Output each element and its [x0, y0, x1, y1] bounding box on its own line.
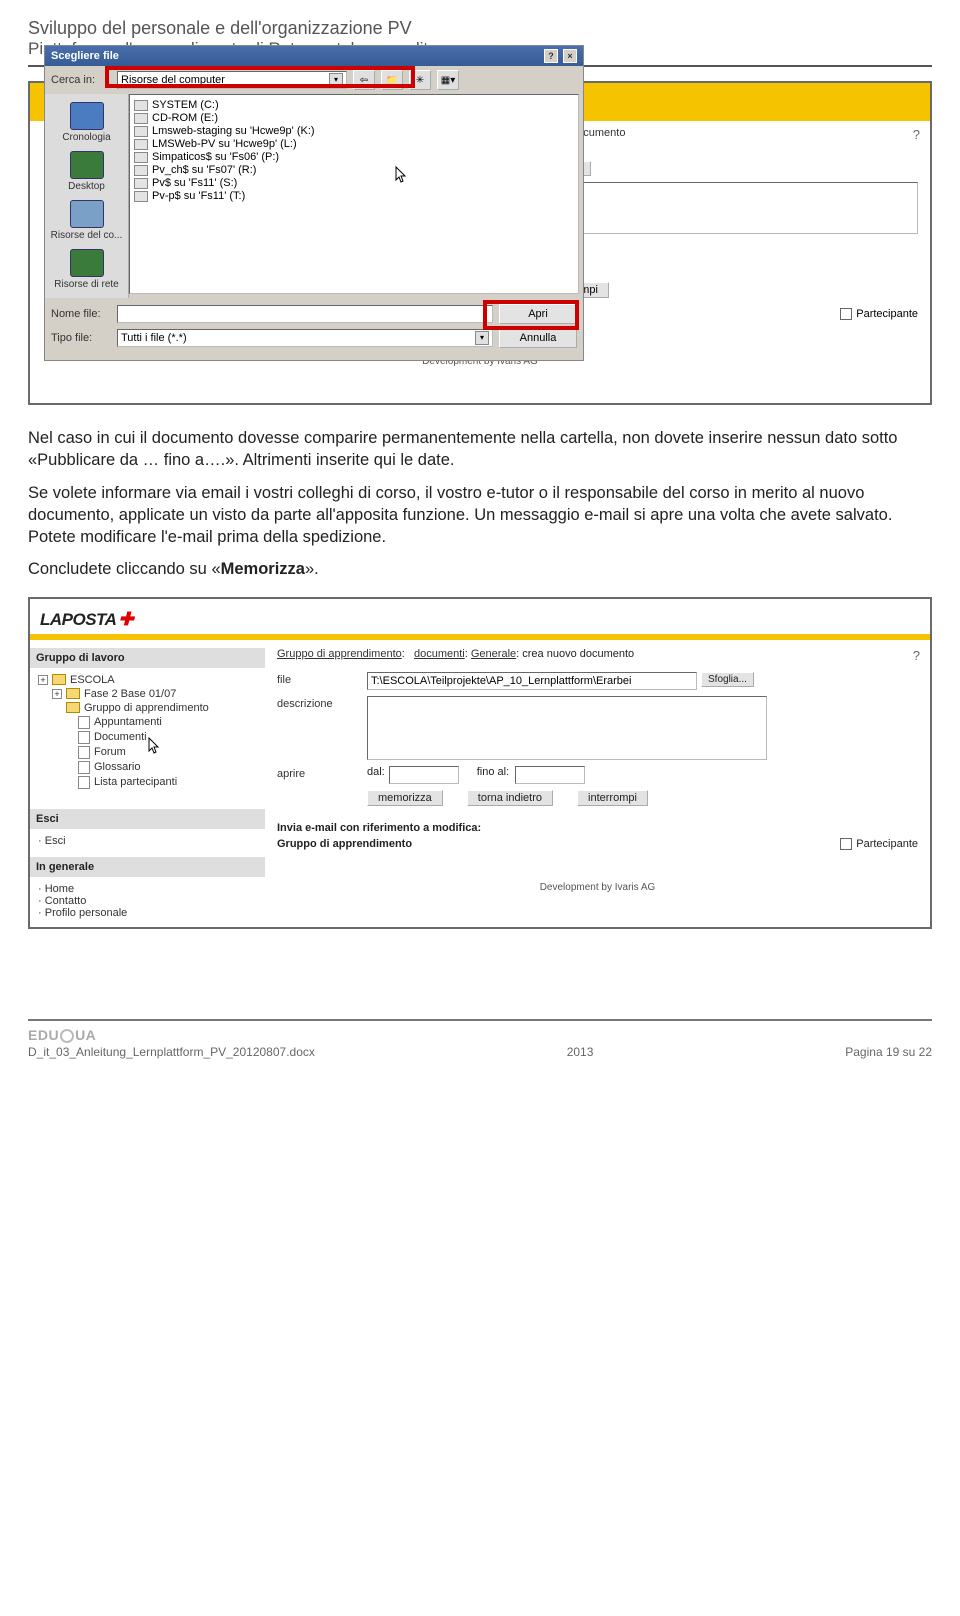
- drive-item[interactable]: Lmsweb-staging su 'Hcwe9p' (K:): [134, 125, 574, 137]
- from-date-input[interactable]: [389, 766, 459, 784]
- mouse-cursor-icon: [395, 166, 409, 184]
- tree-item[interactable]: Lista partecipanti: [78, 776, 257, 789]
- sidebar: Gruppo di lavoro +ESCOLA +Fase 2 Base 01…: [30, 640, 265, 927]
- logo-plus-icon: ✚: [118, 609, 133, 629]
- chevron-down-icon[interactable]: ▾: [475, 331, 489, 345]
- tree-item[interactable]: Glossario: [78, 761, 257, 774]
- drive-item[interactable]: LMSWeb-PV su 'Hcwe9p' (L:): [134, 138, 574, 150]
- crumb-general[interactable]: Generale: [471, 648, 516, 660]
- search-in-label: Cerca in:: [51, 74, 111, 86]
- participant-checkbox[interactable]: [840, 308, 852, 320]
- filetype-label: Tipo file:: [51, 332, 111, 344]
- header-line1: Sviluppo del personale e dell'organizzaz…: [28, 18, 932, 39]
- filename-input[interactable]: [117, 305, 493, 323]
- crumb-documents[interactable]: documenti: [414, 648, 465, 660]
- filetype-value: Tutti i file (*.*): [121, 332, 187, 344]
- logo-area: LAPOSTA✚: [30, 599, 930, 634]
- open-label: aprire: [277, 766, 367, 780]
- crumb-current: crea nuovo documento: [522, 648, 634, 660]
- filename-label: Nome file:: [51, 308, 111, 320]
- tree-item[interactable]: Forum: [78, 746, 257, 759]
- dialog-titlebar: Scegliere file ? ×: [45, 46, 583, 66]
- cancel-button[interactable]: Annulla: [499, 328, 577, 348]
- breadcrumb-tail: nuovo documento: [538, 127, 918, 139]
- place-my-computer[interactable]: Risorse del co...: [45, 196, 128, 245]
- description-textarea[interactable]: [538, 182, 918, 234]
- main-panel: ? Gruppo di apprendimento: documenti: Ge…: [265, 640, 930, 927]
- participant-label: Partecipante: [856, 308, 918, 320]
- browse-button[interactable]: Sfoglia...: [701, 672, 754, 687]
- paragraph-1: Nel caso in cui il documento dovesse com…: [28, 427, 932, 472]
- close-icon[interactable]: ×: [563, 49, 577, 63]
- file-picker-dialog: Scegliere file ? × Cerca in: Risorse del…: [44, 45, 584, 361]
- nav-tree: +ESCOLA +Fase 2 Base 01/07 Gruppo di app…: [38, 674, 257, 789]
- contact-link[interactable]: Contatto: [38, 895, 86, 907]
- dialog-help-icon[interactable]: ?: [544, 49, 558, 63]
- drive-item[interactable]: Pv$ su 'Fs11' (S:): [134, 177, 574, 189]
- to-date-input[interactable]: [515, 766, 585, 784]
- drive-item[interactable]: Pv-p$ su 'Fs11' (T:): [134, 190, 574, 202]
- page-footer: EDUUA: [28, 1019, 932, 1043]
- logo: LAPOSTA✚: [40, 610, 133, 629]
- crumb-group[interactable]: Gruppo di apprendimento: [277, 648, 402, 660]
- breadcrumb: Gruppo di apprendimento: documenti: Gene…: [277, 648, 918, 660]
- section-exit-header: Esci: [30, 809, 265, 829]
- dialog-title: Scegliere file: [51, 50, 119, 62]
- help-icon[interactable]: ?: [913, 648, 920, 663]
- footer-page: Pagina 19 su 22: [845, 1045, 932, 1059]
- section-group-header: Gruppo di lavoro: [30, 648, 265, 668]
- eduqua-logo: EDUUA: [28, 1027, 96, 1043]
- home-link[interactable]: Home: [38, 883, 74, 895]
- email-notify-group: Gruppo di apprendimento: [277, 838, 412, 850]
- from-label: dal:: [367, 766, 385, 778]
- screenshot-1: ? nuovo documento Sfoglia... interrompi: [28, 81, 932, 405]
- participant-checkbox-row[interactable]: Partecipante: [840, 308, 918, 320]
- mouse-cursor-icon: [148, 737, 162, 755]
- section-general-header: In generale: [30, 857, 265, 877]
- tree-root[interactable]: +ESCOLA: [38, 674, 257, 686]
- filetype-combo[interactable]: Tutti i file (*.*) ▾: [117, 329, 493, 347]
- highlight-search-in: [105, 66, 415, 88]
- view-icon[interactable]: ▦▾: [437, 70, 459, 90]
- profile-link[interactable]: Profilo personale: [38, 907, 127, 919]
- to-label: fino al:: [477, 766, 509, 778]
- drive-item[interactable]: SYSTEM (C:): [134, 99, 574, 111]
- places-bar: Cronologia Desktop Risorse del co... Ris…: [45, 94, 129, 298]
- file-input[interactable]: [367, 672, 697, 690]
- email-notify-title: Invia e-mail con riferimento a modifica:: [277, 822, 918, 834]
- dev-credit: Development by Ivaris AG: [277, 850, 918, 893]
- email-notify-section: Invia e-mail con riferimento a modifica:…: [277, 822, 918, 850]
- footer-year: 2013: [315, 1045, 845, 1059]
- description-label: descrizione: [277, 696, 367, 710]
- drives-list[interactable]: SYSTEM (C:) CD-ROM (E:) Lmsweb-staging s…: [129, 94, 579, 294]
- footer-filename: D_it_03_Anleitung_Lernplattform_PV_20120…: [28, 1045, 315, 1059]
- paragraph-2: Se volete informare via email i vostri c…: [28, 482, 932, 549]
- interrupt-button[interactable]: interrompi: [577, 790, 648, 806]
- paragraph-3: Concludete cliccando su «Memorizza».: [28, 558, 932, 580]
- highlight-open-button: [483, 300, 579, 330]
- drive-item[interactable]: CD-ROM (E:): [134, 112, 574, 124]
- circle-icon: [60, 1029, 74, 1043]
- drive-item[interactable]: Simpaticos$ su 'Fs06' (P:): [134, 151, 574, 163]
- exit-link[interactable]: Esci: [38, 835, 66, 847]
- tree-item[interactable]: Appuntamenti: [78, 716, 257, 729]
- tree-ga[interactable]: Gruppo di apprendimento: [66, 702, 257, 714]
- back-button[interactable]: torna indietro: [467, 790, 553, 806]
- file-label: file: [277, 672, 367, 686]
- description-textarea[interactable]: [367, 696, 767, 760]
- tree-item[interactable]: Documenti: [78, 731, 257, 744]
- participant-checkbox-row[interactable]: Partecipante: [840, 838, 918, 850]
- place-desktop[interactable]: Desktop: [45, 147, 128, 196]
- tree-phase[interactable]: +Fase 2 Base 01/07: [52, 688, 257, 700]
- body-text: Nel caso in cui il documento dovesse com…: [28, 427, 932, 581]
- place-network[interactable]: Risorse di rete: [45, 245, 128, 294]
- drive-item[interactable]: Pv_ch$ su 'Fs07' (R:): [134, 164, 574, 176]
- place-history[interactable]: Cronologia: [45, 98, 128, 147]
- participant-label: Partecipante: [856, 838, 918, 850]
- save-button[interactable]: memorizza: [367, 790, 443, 806]
- participant-checkbox[interactable]: [840, 838, 852, 850]
- help-icon[interactable]: ?: [913, 127, 920, 142]
- screenshot-2: LAPOSTA✚ Gruppo di lavoro +ESCOLA +Fase …: [28, 597, 932, 929]
